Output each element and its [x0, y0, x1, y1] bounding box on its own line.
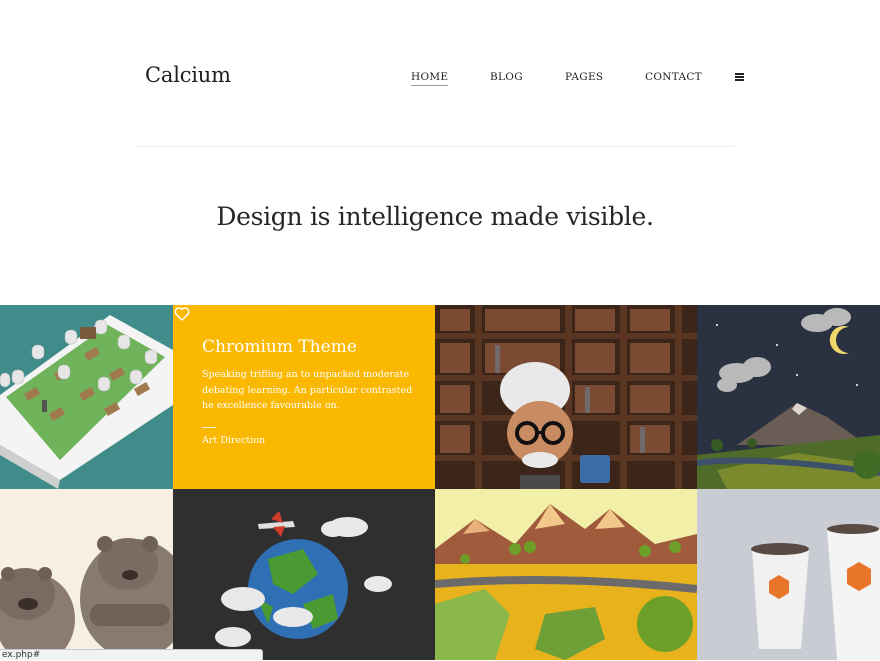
- hero-tagline: Design is intelligence made visible.: [216, 202, 654, 231]
- coffee-cups-illustration: [697, 489, 880, 660]
- portfolio-tile-bears[interactable]: [0, 489, 173, 660]
- portfolio-tile-night[interactable]: [697, 305, 880, 489]
- night-landscape-illustration: [697, 305, 880, 489]
- globe-illustration: [173, 489, 435, 660]
- hamburger-icon[interactable]: [735, 73, 744, 81]
- title-separator: [202, 427, 216, 428]
- nav-home[interactable]: HOME: [411, 71, 449, 86]
- mountain-illustration: [435, 489, 697, 660]
- nav-pages[interactable]: PAGES: [565, 71, 603, 83]
- browser-status-bar: ex.php#: [0, 649, 263, 660]
- portfolio-grid: Chromium Theme Speaking trifling an to u…: [0, 305, 880, 660]
- header-divider: [136, 146, 734, 147]
- heart-icon[interactable]: [173, 305, 191, 323]
- project-title[interactable]: Chromium Theme: [202, 337, 357, 357]
- portfolio-tile-cups[interactable]: [697, 489, 880, 660]
- project-category[interactable]: Art Direction: [202, 435, 265, 446]
- nav-blog[interactable]: BLOG: [490, 71, 523, 83]
- nav-contact[interactable]: CONTACT: [645, 71, 702, 83]
- portfolio-tile-phone[interactable]: [0, 305, 173, 489]
- bears-illustration: [0, 489, 173, 660]
- portfolio-tile-globe[interactable]: [173, 489, 435, 660]
- project-description: Speaking trifling an to unpacked moderat…: [202, 369, 413, 411]
- bookshelf-illustration: [435, 305, 697, 489]
- site-header: Calcium HOME BLOG PAGES CONTACT: [0, 0, 880, 147]
- portfolio-tile-bookshelf[interactable]: [435, 305, 697, 489]
- portfolio-tile-hovered[interactable]: Chromium Theme Speaking trifling an to u…: [173, 305, 435, 489]
- phone-illustration: [0, 305, 173, 489]
- portfolio-tile-mountains[interactable]: [435, 489, 697, 660]
- site-logo[interactable]: Calcium: [145, 63, 231, 87]
